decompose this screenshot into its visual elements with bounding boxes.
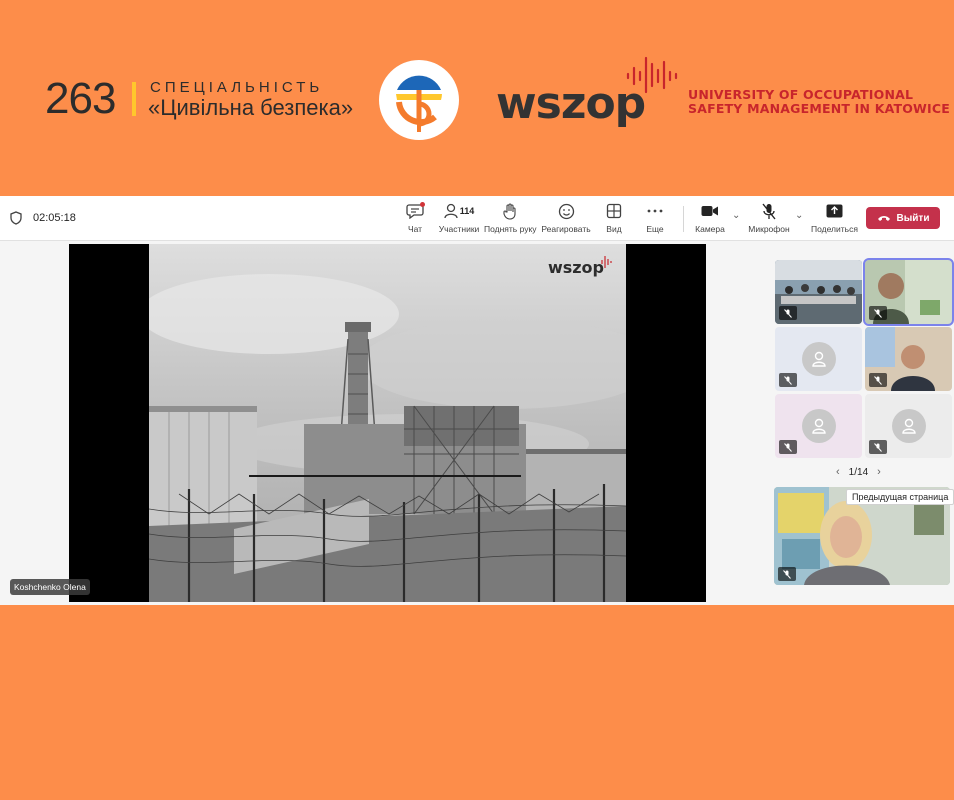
microphone-button[interactable]: Микрофон bbox=[747, 201, 791, 237]
leave-button[interactable]: Выйти bbox=[866, 207, 940, 229]
meeting-timer: 02:05:18 bbox=[33, 212, 76, 224]
muted-indicator bbox=[779, 440, 797, 454]
avatar bbox=[801, 409, 836, 443]
mic-off-icon bbox=[784, 308, 792, 318]
view-label: Вид bbox=[606, 224, 622, 234]
share-label: Поделиться bbox=[811, 224, 858, 234]
avatar bbox=[891, 409, 926, 443]
muted-indicator bbox=[778, 567, 796, 581]
camera-label: Камера bbox=[695, 224, 725, 234]
mic-off-icon bbox=[784, 375, 792, 385]
raise-hand-button[interactable]: Поднять руку bbox=[484, 201, 537, 237]
muted-indicator bbox=[779, 373, 797, 387]
participant-tile-avatar[interactable] bbox=[775, 394, 862, 458]
mic-off-icon bbox=[762, 203, 776, 219]
university-name-line2: SAFETY MANAGEMENT IN KATOWICE bbox=[688, 101, 951, 116]
chernobyl-photo bbox=[149, 244, 626, 602]
participants-button[interactable]: 114 Участники bbox=[437, 201, 481, 237]
toolbar-divider bbox=[683, 206, 684, 232]
slide-signal-icon bbox=[601, 256, 612, 268]
mic-off-icon bbox=[874, 442, 882, 452]
civil-safety-logo bbox=[379, 60, 459, 140]
phone-hangup-icon bbox=[877, 216, 890, 221]
bottom-banner bbox=[0, 605, 954, 800]
camera-button[interactable]: Камера bbox=[693, 201, 727, 237]
microphone-label: Микрофон bbox=[748, 224, 790, 234]
previous-page-chevron-icon[interactable]: ‹ bbox=[836, 466, 840, 478]
participant-tile-avatar[interactable] bbox=[865, 394, 952, 458]
meeting-toolbar: 02:05:18 Чат 114 Участники Поднять руку … bbox=[0, 196, 954, 241]
more-button[interactable]: Еще bbox=[643, 201, 667, 237]
react-label: Реагировать bbox=[541, 224, 591, 234]
chat-notification-dot bbox=[420, 202, 425, 207]
person-icon bbox=[811, 418, 826, 434]
share-button[interactable]: Поделиться bbox=[811, 201, 858, 237]
participant-tile-video[interactable] bbox=[865, 327, 952, 391]
presentation-slide: wszop bbox=[149, 244, 626, 602]
wszop-logo-text: wszop bbox=[496, 78, 646, 129]
mic-off-icon bbox=[874, 375, 882, 385]
leave-label: Выйти bbox=[896, 212, 930, 224]
view-button[interactable]: Вид bbox=[603, 201, 625, 237]
share-icon bbox=[826, 204, 842, 218]
participant-tile-avatar[interactable] bbox=[775, 327, 862, 391]
raise-hand-label: Поднять руку bbox=[484, 224, 537, 234]
shared-screen: wszop bbox=[69, 244, 706, 602]
presenter-name-tag: Koshchenko Olena bbox=[10, 579, 90, 595]
person-icon bbox=[901, 418, 916, 434]
header-banner: 263 СПЕЦІАЛЬНІСТЬ «Цивільна безпека» wsz… bbox=[0, 0, 954, 196]
participants-label: Участники bbox=[438, 224, 480, 234]
smiley-icon bbox=[558, 203, 574, 219]
people-icon bbox=[444, 203, 458, 219]
muted-indicator bbox=[869, 306, 887, 320]
participant-tile-speaking[interactable] bbox=[863, 258, 954, 326]
next-page-chevron-icon[interactable]: › bbox=[877, 466, 881, 478]
participant-count: 114 bbox=[459, 206, 475, 216]
chat-button[interactable]: Чат bbox=[401, 201, 429, 237]
microphone-options-chevron-icon[interactable]: ⌄ bbox=[795, 210, 803, 221]
slide-wszop-logo: wszop bbox=[547, 258, 604, 277]
banner-separator bbox=[132, 82, 136, 116]
muted-indicator bbox=[869, 373, 887, 387]
person-icon bbox=[811, 351, 826, 367]
camera-icon bbox=[701, 206, 718, 216]
more-label: Еще bbox=[646, 224, 664, 234]
university-name-line1: UNIVERSITY OF OCCUPATIONAL bbox=[688, 87, 914, 102]
shield-icon[interactable] bbox=[10, 211, 22, 225]
react-button[interactable]: Реагировать bbox=[541, 201, 591, 237]
grid-icon bbox=[606, 203, 622, 219]
previous-page-tooltip: Предыдущая страница bbox=[846, 489, 954, 505]
camera-options-chevron-icon[interactable]: ⌄ bbox=[732, 210, 740, 221]
specialty-label: СПЕЦІАЛЬНІСТЬ bbox=[150, 79, 324, 96]
page-indicator: 1/14 bbox=[848, 466, 869, 478]
meeting-window: 02:05:18 Чат 114 Участники Поднять руку … bbox=[0, 196, 954, 605]
wszop-signal-icon bbox=[626, 56, 678, 94]
mic-off-icon bbox=[783, 569, 791, 579]
participant-tile-classroom[interactable] bbox=[775, 260, 862, 324]
chat-label: Чат bbox=[407, 224, 423, 234]
specialty-number: 263 bbox=[45, 74, 116, 123]
ellipsis-icon bbox=[647, 209, 663, 213]
muted-indicator bbox=[869, 440, 887, 454]
gallery-pager: ‹ 1/14 › bbox=[836, 466, 881, 478]
civil-safety-logo-icon bbox=[396, 75, 442, 132]
specialty-name: «Цивільна безпека» bbox=[148, 95, 354, 120]
muted-indicator bbox=[779, 306, 797, 320]
hand-icon bbox=[503, 202, 516, 220]
mic-off-icon bbox=[874, 308, 882, 318]
mic-off-icon bbox=[784, 442, 792, 452]
avatar bbox=[801, 342, 836, 376]
